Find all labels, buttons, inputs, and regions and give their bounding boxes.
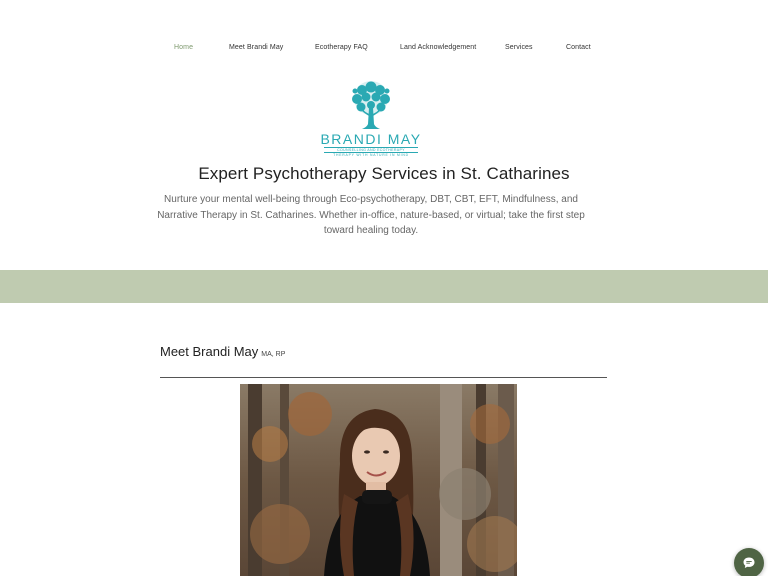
site-logo[interactable]: BRANDI MAY COUNSELLING AND ECOTHERAPY TH… <box>318 80 424 160</box>
nav-item-contact[interactable]: Contact <box>566 44 591 51</box>
logo-name: BRANDI MAY <box>320 131 422 147</box>
nav-item-home[interactable]: Home <box>174 44 193 51</box>
hero-title: Expert Psychotherapy Services in St. Cat… <box>198 164 570 183</box>
meet-heading: Meet Brandi May MA, RP <box>160 343 285 361</box>
hero-subtitle: Nurture your mental well-being through E… <box>157 194 585 236</box>
main-nav: Home Meet Brandi May Ecotherapy FAQ Land… <box>0 44 768 58</box>
nav-item-meet-brandi-may[interactable]: Meet Brandi May <box>229 44 283 51</box>
accent-band <box>0 270 768 303</box>
tree-brain-icon <box>352 81 390 129</box>
nav-item-ecotherapy-faq[interactable]: Ecotherapy FAQ <box>315 44 368 51</box>
meet-credentials: MA, RP <box>261 351 286 358</box>
section-divider <box>160 377 607 378</box>
chat-bubble-icon <box>743 557 755 568</box>
nav-item-land-acknowledgement[interactable]: Land Acknowledgement <box>400 44 476 51</box>
chat-button[interactable] <box>734 548 764 576</box>
meet-title: Meet Brandi May <box>160 344 259 359</box>
logo-tagline: THERAPY WITH NATURE IN MIND <box>333 153 409 157</box>
nav-item-services[interactable]: Services <box>505 44 533 51</box>
portrait-illustration <box>240 384 517 576</box>
portrait-photo <box>240 384 517 576</box>
